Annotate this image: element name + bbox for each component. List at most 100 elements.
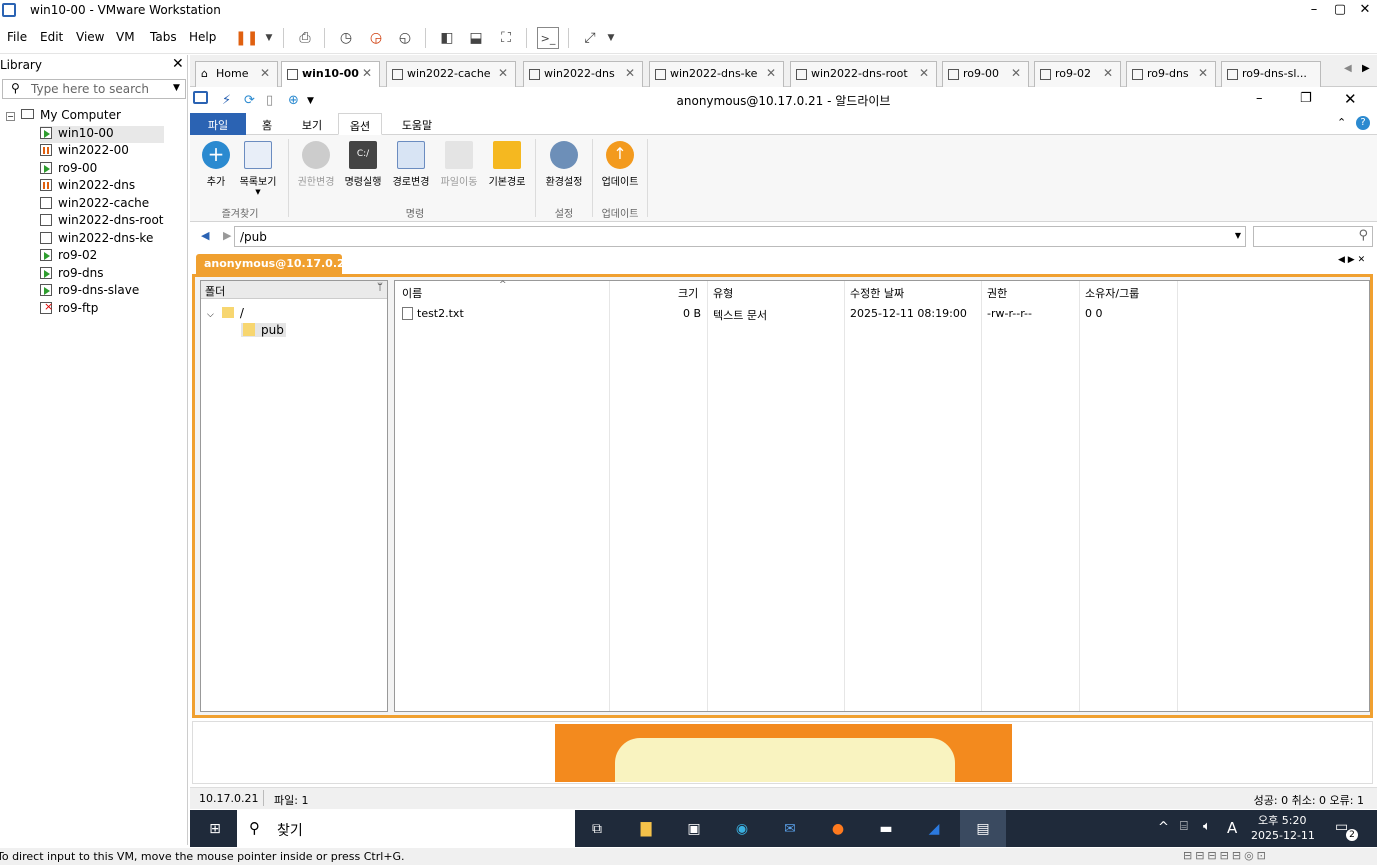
library-vm-item[interactable]: win2022-cache bbox=[40, 196, 164, 214]
column-size[interactable] bbox=[610, 281, 708, 711]
tab-ro9-02[interactable]: ro9-02 ✕ bbox=[1034, 61, 1121, 87]
library-close-button[interactable]: ✕ bbox=[172, 56, 184, 72]
chevron-down-icon[interactable]: ⌵ bbox=[207, 310, 214, 320]
add-button[interactable]: + 추가 bbox=[198, 141, 234, 188]
search-icon[interactable]: ⚲ bbox=[1358, 228, 1368, 243]
header-type[interactable]: 유형 bbox=[713, 285, 733, 301]
snapshot-icon[interactable]: ◷ bbox=[335, 27, 357, 49]
column-owner[interactable] bbox=[1080, 281, 1178, 711]
tab-help[interactable]: 도움말 bbox=[393, 113, 441, 135]
suspend-icon[interactable]: ❚❚ bbox=[235, 27, 258, 49]
task-view-icon[interactable]: ⧉ bbox=[586, 818, 608, 840]
close-icon[interactable]: ✕ bbox=[260, 66, 270, 80]
library-vm-item[interactable]: win2022-dns bbox=[40, 178, 164, 196]
input-language[interactable]: A bbox=[1227, 819, 1237, 837]
tab-file[interactable]: 파일 bbox=[190, 113, 246, 135]
tab-ro9-dns-slave[interactable]: ro9-dns-sl... bbox=[1221, 61, 1321, 87]
send-keys-icon[interactable]: ⎙ bbox=[294, 27, 316, 49]
close-icon[interactable]: ✕ bbox=[1103, 66, 1113, 80]
close-icon[interactable]: ✕ bbox=[766, 66, 776, 80]
fullscreen-icon[interactable]: ⛶ bbox=[495, 27, 517, 49]
menu-view[interactable]: View bbox=[76, 30, 104, 44]
library-vm-item[interactable]: win2022-00 bbox=[40, 143, 164, 161]
tab-options[interactable]: 옵션 bbox=[338, 113, 382, 135]
firefox-icon[interactable]: ● bbox=[827, 818, 849, 840]
file-explorer-icon[interactable]: ▇ bbox=[635, 818, 657, 840]
list-view-button[interactable]: 목록보기 ▼ bbox=[236, 141, 280, 196]
minimize-button[interactable]: – bbox=[1256, 91, 1263, 106]
volume-muted-icon[interactable]: 🔈︎ bbox=[1203, 819, 1211, 834]
close-icon[interactable]: ✕ bbox=[498, 66, 508, 80]
column-name[interactable] bbox=[395, 281, 610, 711]
library-vm-item[interactable]: win2022-dns-ke bbox=[40, 231, 164, 249]
tab-win2022-dns-root[interactable]: win2022-dns-root ✕ bbox=[790, 61, 937, 87]
help-icon[interactable]: ? bbox=[1356, 116, 1370, 130]
menu-edit[interactable]: Edit bbox=[40, 30, 63, 44]
session-nav-icon[interactable]: ◀ ▶ ✕ bbox=[1338, 255, 1365, 265]
chevron-down-icon[interactable]: ▼ bbox=[1235, 231, 1241, 240]
default-path-button[interactable]: 기본경로 bbox=[484, 141, 530, 188]
menu-file[interactable]: File bbox=[7, 30, 27, 44]
tab-ro9-00[interactable]: ro9-00 ✕ bbox=[942, 61, 1029, 87]
column-modified[interactable] bbox=[845, 281, 982, 711]
tab-scroll-right-icon[interactable]: ▶ bbox=[1362, 63, 1370, 74]
close-icon[interactable]: ✕ bbox=[1011, 66, 1021, 80]
library-vm-item[interactable]: ro9-dns bbox=[40, 266, 164, 284]
close-button[interactable]: ✕ bbox=[1353, 2, 1377, 17]
chevron-down-icon[interactable]: ▼ bbox=[258, 27, 280, 49]
menu-vm[interactable]: VM bbox=[116, 30, 135, 44]
console-icon[interactable]: >_ bbox=[537, 27, 559, 49]
menu-tabs[interactable]: Tabs bbox=[150, 30, 177, 44]
file-row[interactable]: test2.txt 0 B 텍스트 문서 2025-12-11 08:19:00… bbox=[395, 303, 1369, 323]
tab-home[interactable]: ⌂ Home ✕ bbox=[195, 61, 278, 87]
tab-ro9-dns[interactable]: ro9-dns ✕ bbox=[1126, 61, 1216, 87]
edge-icon[interactable]: ◉ bbox=[731, 818, 753, 840]
change-path-button[interactable]: 경로변경 bbox=[388, 141, 434, 188]
library-vm-item[interactable]: ro9-00 bbox=[40, 161, 164, 179]
library-vm-item[interactable]: win2022-dns-root bbox=[40, 213, 164, 231]
clock-time[interactable]: 오후 5:20 bbox=[1258, 812, 1306, 828]
move-file-button[interactable]: 파일이동 bbox=[436, 141, 482, 188]
tab-home[interactable]: 홈 bbox=[253, 113, 281, 135]
minimize-button[interactable]: – bbox=[1302, 2, 1326, 17]
header-size[interactable]: 크기 bbox=[678, 285, 698, 301]
tree-item-root[interactable]: ⌵ / bbox=[207, 306, 244, 320]
header-permission[interactable]: 권한 bbox=[987, 285, 1007, 301]
library-view-icon[interactable]: ◧ bbox=[436, 27, 458, 49]
snapshot-manager-icon[interactable]: ◵ bbox=[394, 27, 416, 49]
collapse-ribbon-icon[interactable]: ⌃ bbox=[1337, 116, 1346, 129]
library-vm-item[interactable]: ro9-dns-slave bbox=[40, 283, 164, 301]
close-icon[interactable]: ✕ bbox=[919, 66, 929, 80]
header-name[interactable]: 이름 bbox=[402, 285, 422, 301]
wireshark-icon[interactable]: ◢ bbox=[923, 818, 945, 840]
header-modified[interactable]: 수정한 날짜 bbox=[850, 285, 904, 301]
chevron-up-icon[interactable]: ^ bbox=[1158, 820, 1169, 835]
close-icon[interactable]: ✕ bbox=[625, 66, 635, 80]
close-icon[interactable]: ✕ bbox=[1198, 66, 1208, 80]
thumbnail-view-icon[interactable]: ⬓ bbox=[465, 27, 487, 49]
tree-root[interactable]: − My Computer bbox=[6, 108, 164, 126]
device-status-icons[interactable]: ⊟⊟⊟⊟⊟◎⊡ bbox=[1183, 849, 1269, 862]
run-command-button[interactable]: C:/ 명령실행 bbox=[340, 141, 386, 188]
chevron-down-icon[interactable]: ▼ bbox=[600, 27, 622, 49]
tab-win2022-dns-ke[interactable]: win2022-dns-ke ✕ bbox=[649, 61, 784, 87]
permission-button[interactable]: 권한변경 bbox=[294, 141, 338, 188]
column-type[interactable] bbox=[708, 281, 845, 711]
library-vm-item[interactable]: ro9-ftp bbox=[40, 300, 164, 319]
file-search-input[interactable]: ⚲ bbox=[1253, 226, 1373, 247]
network-icon[interactable]: ⌸ bbox=[1180, 819, 1188, 834]
revert-snapshot-icon[interactable]: ◶ bbox=[365, 27, 387, 49]
library-vm-item[interactable]: win10-00 bbox=[40, 125, 164, 143]
tab-view[interactable]: 보기 bbox=[293, 113, 331, 135]
chevron-down-icon[interactable]: ▼ bbox=[173, 83, 180, 93]
close-icon[interactable]: ✕ bbox=[362, 66, 372, 80]
library-search-input[interactable]: ⚲ Type here to search ▼ bbox=[2, 79, 186, 99]
library-vm-item[interactable]: ro9-02 bbox=[40, 248, 164, 266]
tab-win2022-cache[interactable]: win2022-cache ✕ bbox=[386, 61, 516, 87]
store-icon[interactable]: ▣ bbox=[683, 818, 705, 840]
collapse-icon[interactable]: − bbox=[6, 112, 15, 121]
tab-win10-00[interactable]: win10-00 ✕ bbox=[281, 61, 380, 88]
maximize-button[interactable]: ▢ bbox=[1328, 2, 1352, 17]
taskbar-search[interactable]: ⚲ 찾기 bbox=[237, 810, 575, 847]
aldrive-taskbar-button[interactable]: ▤ bbox=[960, 810, 1006, 847]
